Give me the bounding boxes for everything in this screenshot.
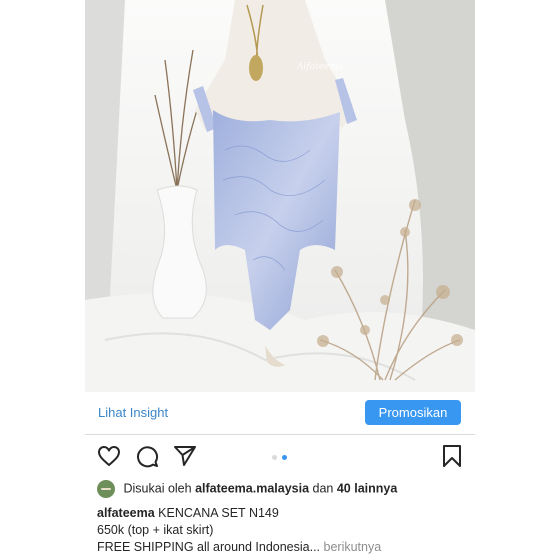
insight-bar: Lihat Insight Promosikan <box>85 392 475 435</box>
post-image-illustration <box>85 0 475 392</box>
liked-by-user[interactable]: alfateema.malaysia <box>195 481 309 495</box>
caption-line-3: FREE SHIPPING all around Indonesia... <box>97 540 321 554</box>
caption-line-1: KENCANA SET N149 <box>158 506 279 520</box>
likes-prefix: Disukai oleh <box>123 481 192 496</box>
share-icon[interactable] <box>173 444 197 468</box>
more-link[interactable]: berikutnya <box>324 540 382 554</box>
carousel-dot-active <box>282 455 287 460</box>
likes-others[interactable]: 40 lainnya <box>337 481 397 495</box>
likes-summary: Disukai oleh alfateema.malaysia dan 40 l… <box>97 480 397 498</box>
view-insights-link[interactable]: Lihat Insight <box>98 405 168 420</box>
caption-line-2: 650k (top + ikat skirt) <box>97 523 214 537</box>
carousel-dot <box>272 455 277 460</box>
likes-connector: dan <box>312 481 334 496</box>
comment-icon[interactable] <box>135 444 159 468</box>
post-photo[interactable]: Alfateema <box>85 0 475 392</box>
caption-username[interactable]: alfateema <box>97 506 155 520</box>
avatar[interactable] <box>97 480 115 498</box>
photo-watermark: Alfateema <box>297 62 344 72</box>
promote-button[interactable]: Promosikan <box>365 400 461 425</box>
post-caption: alfateema KENCANA SET N149 650k (top + i… <box>97 505 381 556</box>
bookmark-icon[interactable] <box>441 444 463 468</box>
heart-icon[interactable] <box>97 444 121 468</box>
